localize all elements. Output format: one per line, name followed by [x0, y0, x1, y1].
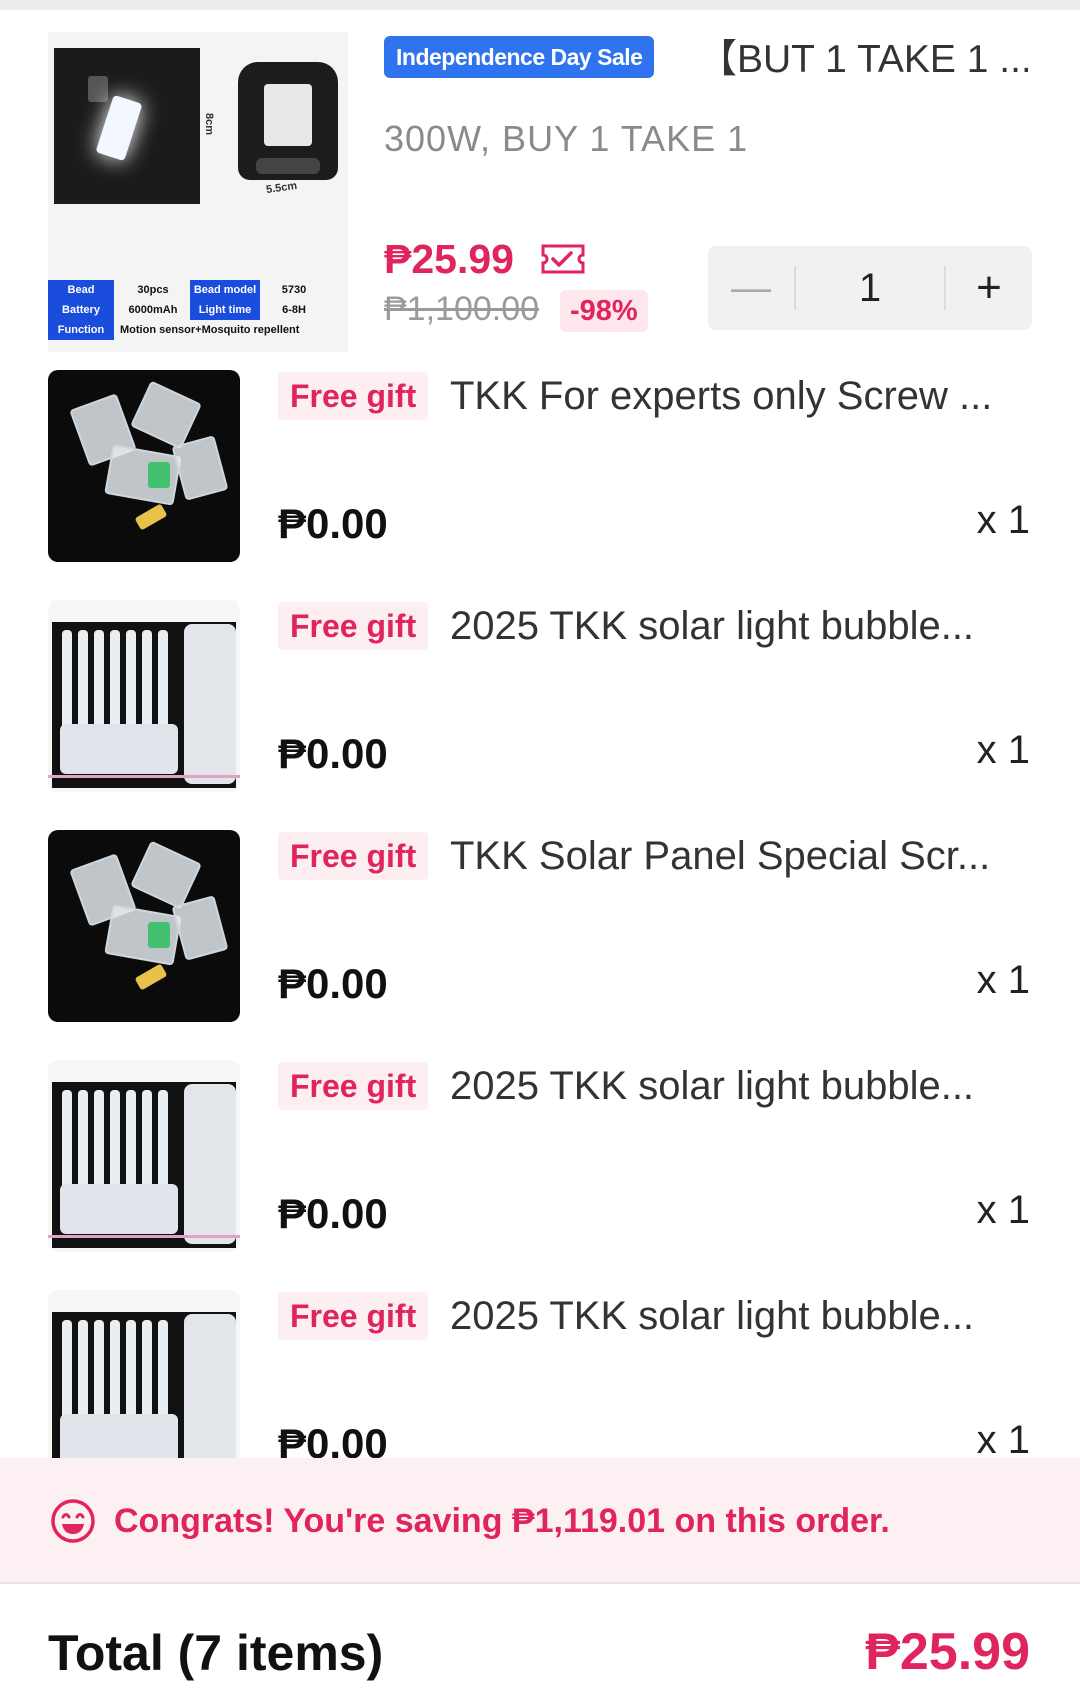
gift-price: ₱0.00 [278, 500, 388, 547]
spec-cell: 6000mAh [128, 304, 178, 316]
total-value: ₱25.99 [865, 1623, 1030, 1681]
gift-thumbnail-bubble-wrap[interactable] [48, 600, 240, 792]
bottom-divider [0, 1582, 1080, 1584]
spec-cell: Function [48, 320, 114, 340]
gift-thumbnail-screws[interactable] [48, 370, 240, 562]
decrease-quantity-button[interactable]: — [708, 246, 794, 330]
spec-cell: 5730 [281, 284, 307, 296]
free-gift-badge: Free gift [278, 602, 429, 650]
spec-cell: Light time [190, 300, 260, 320]
original-price: ₱1,100.00 [384, 290, 540, 328]
lamp-base [256, 158, 320, 174]
discount-badge: -98% [560, 290, 648, 332]
free-gift-badge: Free gift [278, 372, 429, 420]
green-part [148, 462, 170, 488]
gift-quantity: x 1 [976, 1418, 1030, 1462]
quantity-stepper[interactable]: — 1 + [708, 246, 1032, 330]
gift-title[interactable]: 2025 TKK solar light bubble... [450, 1060, 1030, 1112]
gift-title[interactable]: TKK For experts only Screw ... [450, 370, 1030, 422]
sale-badge: Independence Day Sale [384, 36, 655, 78]
total-label: Total (7 items) [48, 1625, 384, 1681]
spec-cell: Bead model [190, 280, 260, 300]
main-cart-item[interactable]: 8cm 5.5cm Bead 30pcs Bead model 5730 Bat… [0, 20, 1080, 352]
thumb-accent-line [48, 1235, 240, 1238]
quantity-value[interactable]: 1 [796, 246, 944, 330]
spec-grid: Bead 30pcs Bead model 5730 Battery 6000m… [48, 280, 348, 344]
free-gift-badge: Free gift [278, 1292, 429, 1340]
top-divider [0, 0, 1080, 10]
voucher-ticket-icon [541, 244, 585, 274]
gift-item[interactable]: Free gift 2025 TKK solar light bubble...… [0, 590, 1080, 800]
bag-shape [171, 435, 229, 501]
bubble-roll [184, 624, 236, 784]
bag-shape [104, 444, 182, 506]
gift-item[interactable]: Free gift TKK For experts only Screw ...… [0, 360, 1080, 570]
yellow-part [134, 503, 168, 531]
spec-cell: Battery [48, 300, 114, 320]
spec-cell: 6-8H [282, 304, 306, 316]
yellow-part [134, 963, 168, 991]
dim-width-label: 5.5cm [265, 179, 298, 197]
product-title[interactable]: 【BUT 1 TAKE 1 ... [698, 36, 1028, 84]
gift-title[interactable]: 2025 TKK solar light bubble... [450, 600, 1030, 652]
lamp-led-panel [264, 84, 312, 146]
free-gift-badge: Free gift [278, 1062, 429, 1110]
gift-thumbnail-bubble-wrap[interactable] [48, 1060, 240, 1252]
increase-quantity-button[interactable]: + [946, 246, 1032, 330]
bag-shape [130, 380, 202, 450]
bubble-stack [60, 724, 178, 774]
product-price: ₱25.99 [384, 236, 514, 282]
lamp-mount [88, 76, 108, 102]
main-product-image[interactable]: 8cm 5.5cm Bead 30pcs Bead model 5730 Bat… [48, 32, 348, 352]
dim-height-label: 8cm [203, 112, 216, 136]
savings-message: Congrats! You're saving ₱1,119.01 on thi… [114, 1502, 890, 1540]
bubble-roll [184, 1314, 236, 1474]
gift-thumbnail-bubble-wrap[interactable] [48, 1290, 240, 1482]
gift-thumbnail-screws[interactable] [48, 830, 240, 1022]
savings-banner: Congrats! You're saving ₱1,119.01 on thi… [0, 1458, 1080, 1582]
gift-quantity: x 1 [976, 958, 1030, 1002]
gift-title[interactable]: TKK Solar Panel Special Scr... [450, 830, 1030, 882]
lamp-render [238, 62, 338, 180]
gift-title[interactable]: 2025 TKK solar light bubble... [450, 1290, 1030, 1342]
bubble-stack [60, 1184, 178, 1234]
gift-item[interactable]: Free gift TKK Solar Panel Special Scr...… [0, 820, 1080, 1030]
gift-quantity: x 1 [976, 498, 1030, 542]
smile-icon [51, 1499, 95, 1543]
lamp-glow [95, 94, 143, 162]
spec-cell: Bead [48, 280, 114, 300]
product-variant[interactable]: 300W, BUY 1 TAKE 1 [384, 118, 748, 160]
lamp-photo [54, 48, 200, 204]
bag-shape [104, 904, 182, 966]
gift-price: ₱0.00 [278, 960, 388, 1007]
thumb-accent-line [48, 775, 240, 778]
bubble-roll [184, 1084, 236, 1244]
green-part [148, 922, 170, 948]
bag-shape [171, 895, 229, 961]
gift-quantity: x 1 [976, 728, 1030, 772]
bag-shape [130, 840, 202, 910]
spec-cell: 30pcs [137, 284, 169, 296]
gift-quantity: x 1 [976, 1188, 1030, 1232]
spec-cell: Motion sensor+Mosquito repellent [120, 324, 300, 336]
bubble-stack [60, 1414, 178, 1464]
gift-item[interactable]: Free gift 2025 TKK solar light bubble...… [0, 1050, 1080, 1260]
free-gift-badge: Free gift [278, 832, 429, 880]
gift-price: ₱0.00 [278, 1190, 388, 1237]
gift-price: ₱0.00 [278, 730, 388, 777]
